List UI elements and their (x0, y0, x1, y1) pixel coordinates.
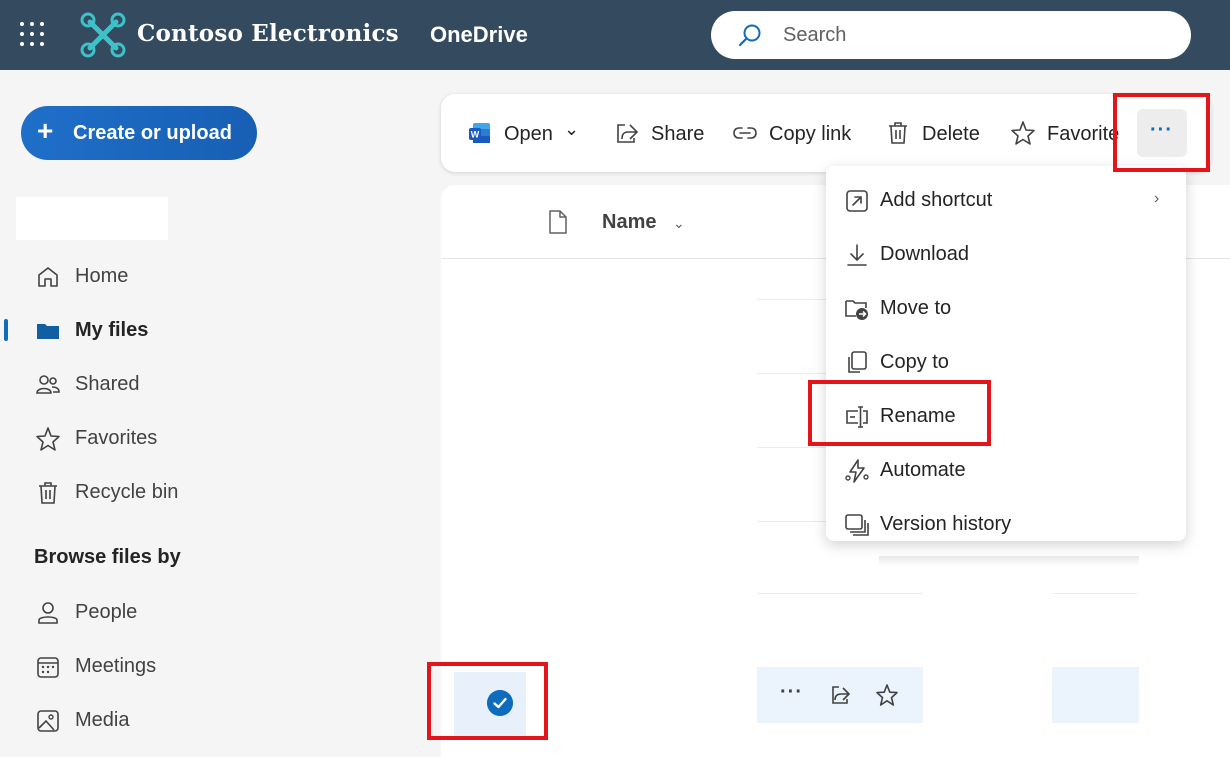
redacted-cell (1139, 555, 1230, 723)
chevron-down-icon[interactable]: ⌄ (673, 215, 685, 232)
word-icon: W (469, 123, 490, 143)
share-icon (617, 124, 638, 143)
menu-item-label: Copy to (880, 351, 949, 373)
automate-icon (845, 459, 869, 483)
annotation-row-select (427, 662, 548, 740)
favorite-button[interactable]: Favorite (1010, 116, 1130, 150)
sidebar-item-label: Home (75, 265, 129, 287)
name-column-header[interactable]: Name (602, 211, 656, 234)
sidebar-item-label: My files (75, 319, 149, 341)
star-icon (36, 427, 60, 451)
sidebar-item-my-files[interactable]: My files (0, 310, 420, 350)
add-shortcut-icon (846, 190, 868, 212)
search-placeholder: Search (783, 24, 847, 46)
command-bar: W Open ⌄ Share Copy link Delete Favorite… (441, 94, 1211, 172)
sidebar-item-favorites[interactable]: Favorites (0, 418, 420, 458)
image-icon (37, 710, 59, 732)
calendar-icon (37, 657, 59, 678)
share-button[interactable]: Share (615, 116, 715, 150)
brand-name: Contoso Electronics (137, 20, 399, 47)
menu-item-label: Add shortcut (880, 189, 993, 211)
menu-item-label: Move to (880, 297, 952, 319)
version-history-icon (845, 514, 869, 536)
share-label: Share (651, 123, 705, 145)
sidebar-item-label: Meetings (75, 655, 157, 677)
favorite-label: Favorite (1047, 123, 1120, 145)
home-icon (38, 267, 58, 287)
sidebar-item-shared[interactable]: Shared (0, 364, 420, 404)
menu-item-add-shortcut[interactable]: Add shortcut › (826, 174, 1186, 226)
search-input[interactable]: Search (711, 11, 1191, 59)
trash-icon (889, 122, 907, 144)
people-icon (36, 375, 60, 394)
create-button-label: Create or upload (73, 122, 232, 144)
trash-icon (39, 482, 57, 504)
star-icon[interactable] (875, 683, 899, 707)
search-icon (738, 24, 761, 47)
delete-button[interactable]: Delete (885, 116, 995, 150)
copy-link-button[interactable]: Copy link (732, 116, 862, 150)
sidebar-item-meetings[interactable]: Meetings (0, 646, 420, 686)
browse-files-by-heading: Browse files by (34, 546, 181, 568)
sidebar-item-label: Media (75, 709, 130, 731)
app-name[interactable]: OneDrive (430, 22, 528, 48)
folder-icon (37, 324, 59, 339)
row-more-actions-button[interactable]: ··· (780, 681, 803, 704)
download-icon (847, 244, 867, 266)
copy-link-label: Copy link (769, 123, 852, 145)
annotation-rename (808, 380, 991, 446)
sidebar-item-media[interactable]: Media (0, 700, 420, 740)
file-type-icon (549, 210, 567, 234)
menu-item-automate[interactable]: Automate (826, 444, 1186, 496)
chevron-right-icon: › (1154, 190, 1160, 207)
plus-icon: + (37, 115, 54, 146)
move-to-icon (845, 300, 868, 320)
open-label: Open (504, 123, 553, 145)
menu-item-label: Version history (880, 513, 1012, 535)
account-name-placeholder (16, 197, 168, 240)
menu-item-download[interactable]: Download (826, 228, 1186, 280)
sidebar-item-label: Recycle bin (75, 481, 179, 503)
star-icon (1011, 121, 1035, 145)
menu-item-label: Automate (880, 459, 966, 481)
sidebar-item-people[interactable]: People (0, 592, 420, 632)
chevron-down-icon: ⌄ (564, 119, 580, 139)
sidebar-item-label: People (75, 601, 138, 623)
open-button[interactable]: W Open ⌄ (467, 116, 587, 150)
contoso-logo-icon (80, 12, 126, 58)
top-bar: Contoso Electronics OneDrive Search (0, 0, 1230, 70)
svg-text:W: W (471, 130, 480, 140)
share-icon[interactable] (829, 683, 853, 707)
annotation-more-options (1113, 93, 1210, 172)
sidebar-item-recycle-bin[interactable]: Recycle bin (0, 472, 420, 512)
app-launcher-icon[interactable] (20, 22, 46, 48)
copy-to-icon (848, 351, 867, 373)
menu-shadow (879, 556, 1139, 566)
link-icon (733, 127, 757, 139)
active-indicator (4, 319, 8, 341)
more-options-menu: Add shortcut › Download Move to Copy to … (826, 166, 1186, 541)
row-actions: ··· (757, 667, 923, 723)
delete-label: Delete (922, 123, 980, 145)
menu-item-label: Download (880, 243, 969, 265)
create-or-upload-button[interactable]: + Create or upload (21, 106, 257, 160)
sidebar-item-home[interactable]: Home (0, 256, 420, 296)
person-icon (38, 602, 58, 624)
redacted-cell (923, 555, 1052, 723)
sidebar-item-label: Favorites (75, 427, 158, 449)
menu-item-move-to[interactable]: Move to (826, 282, 1186, 334)
menu-item-version-history[interactable]: Version history (826, 498, 1186, 541)
sidebar-item-label: Shared (75, 373, 140, 395)
